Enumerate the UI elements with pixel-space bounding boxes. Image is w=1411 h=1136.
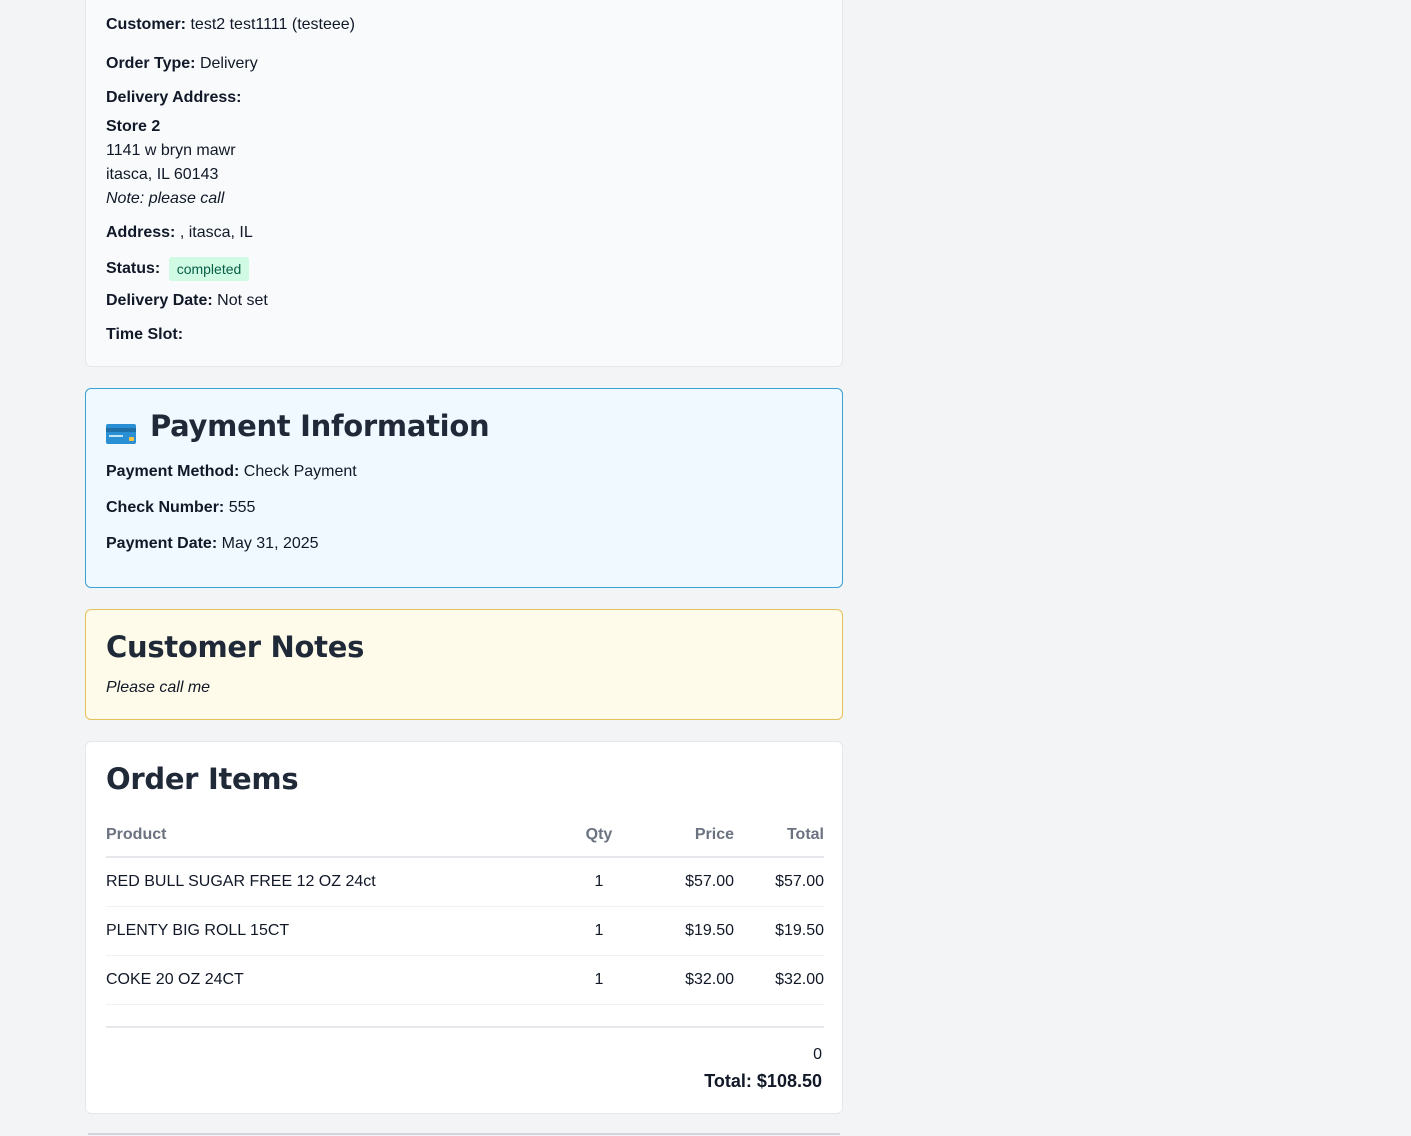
column-header-qty: Qty [564,814,634,858]
column-header-price: Price [634,814,734,858]
credit-card-icon [106,416,136,444]
delivery-address-name: Store 2 [106,118,161,135]
customer-notes-card: Customer Notes Please call me [85,609,843,720]
table-header-row: Product Qty Price Total [106,814,824,858]
delivery-address-street: 1141 w bryn mawr [106,142,236,159]
check-number-row: Check Number: 555 [106,498,255,518]
address-row: Address: , itasca, IL [106,223,253,243]
time-slot-row: Time Slot: [106,325,183,345]
item-total: $19.50 [734,906,824,956]
item-total: $32.00 [734,955,824,1005]
delivery-address-label: Delivery Address: [106,89,242,106]
status-label: Status: [106,260,161,278]
payment-method-row: Payment Method: Check Payment [106,462,357,482]
delivery-date-value: Not set [217,292,268,309]
delivery-address-note: Note: please call [106,190,225,207]
totals-divider [106,1026,824,1028]
order-type-label: Order Type: [106,55,196,72]
payment-info-card: Payment Information Payment Method: Chec… [85,388,843,588]
table-row: COKE 20 OZ 24CT 1 $32.00 $32.00 [106,955,824,1005]
order-items-card: Order Items Product Qty Price Total RED … [85,741,843,1114]
item-price: $19.50 [634,906,734,956]
summary-value: 0 [813,1046,822,1063]
order-type-row: Order Type: Delivery [106,54,258,74]
item-qty: 1 [564,955,634,1005]
address-value: , itasca, IL [179,224,253,241]
customer-value: test2 test1111 (testeee) [190,16,356,33]
item-product: RED BULL SUGAR FREE 12 OZ 24ct [106,857,564,907]
order-items-title: Order Items [106,762,299,796]
customer-row: Customer: test2 test1111 (testeee) [106,15,355,35]
payment-heading: Payment Information [106,408,490,444]
payment-method-label: Payment Method: [106,463,240,480]
table-row: RED BULL SUGAR FREE 12 OZ 24ct 1 $57.00 … [106,857,824,907]
order-info-card: Customer: test2 test1111 (testeee) Order… [85,0,843,367]
column-header-total: Total [734,814,824,858]
order-type-value: Delivery [199,55,258,72]
item-price: $57.00 [634,857,734,907]
status-row: Status: completed [106,257,250,281]
time-slot-label: Time Slot: [106,326,184,343]
customer-label: Customer: [106,16,187,33]
address-label: Address: [106,224,176,241]
column-header-product: Product [106,814,564,858]
customer-notes-text: Please call me [106,679,211,696]
payment-title: Payment Information [150,409,490,443]
status-badge: completed [168,257,250,281]
item-product: COKE 20 OZ 24CT [106,955,564,1005]
item-qty: 1 [564,906,634,956]
payment-date-value: May 31, 2025 [221,535,319,552]
item-price: $32.00 [634,955,734,1005]
delivery-date-label: Delivery Date: [106,292,213,309]
next-card-edge [88,1133,840,1135]
check-number-label: Check Number: [106,499,225,516]
item-total: $57.00 [734,857,824,907]
item-product: PLENTY BIG ROLL 15CT [106,906,564,956]
table-row: PLENTY BIG ROLL 15CT 1 $19.50 $19.50 [106,906,824,956]
delivery-address-row: Delivery Address: [106,88,241,108]
item-qty: 1 [564,857,634,907]
payment-date-label: Payment Date: [106,535,218,552]
order-items-table: Product Qty Price Total RED BULL SUGAR F… [106,814,824,1005]
delivery-address-city: itasca, IL 60143 [106,166,219,183]
payment-method-value: Check Payment [243,463,357,480]
payment-date-row: Payment Date: May 31, 2025 [106,534,319,554]
check-number-value: 555 [228,499,256,516]
customer-notes-title: Customer Notes [106,630,365,664]
order-total: Total: $108.50 [704,1071,822,1091]
delivery-date-row: Delivery Date: Not set [106,291,268,311]
